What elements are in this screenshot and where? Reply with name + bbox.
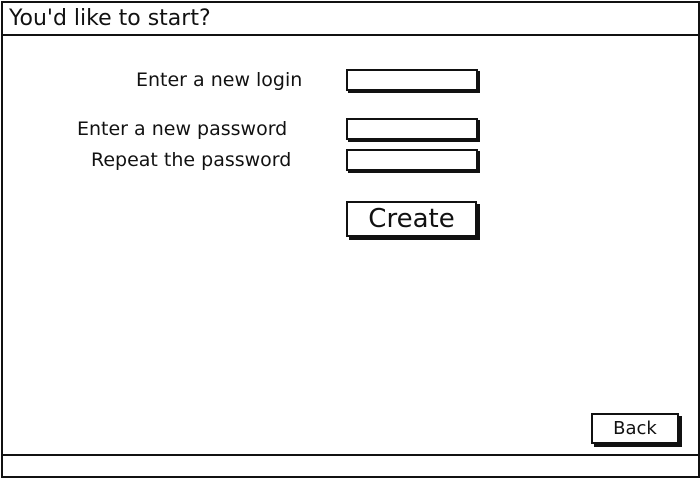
repeat-password-label: Repeat the password xyxy=(91,149,292,171)
password-input[interactable] xyxy=(346,118,478,140)
repeat-password-input[interactable] xyxy=(346,149,478,171)
title-bar: You'd like to start? xyxy=(3,3,698,36)
window-title: You'd like to start? xyxy=(9,6,211,31)
app-window: You'd like to start? Enter a new login E… xyxy=(1,1,700,478)
login-input[interactable] xyxy=(346,69,478,91)
create-button[interactable]: Create xyxy=(346,201,477,237)
password-label: Enter a new password xyxy=(77,118,288,140)
back-button[interactable]: Back xyxy=(591,413,679,444)
status-bar xyxy=(3,454,698,476)
login-label: Enter a new login xyxy=(136,69,303,91)
